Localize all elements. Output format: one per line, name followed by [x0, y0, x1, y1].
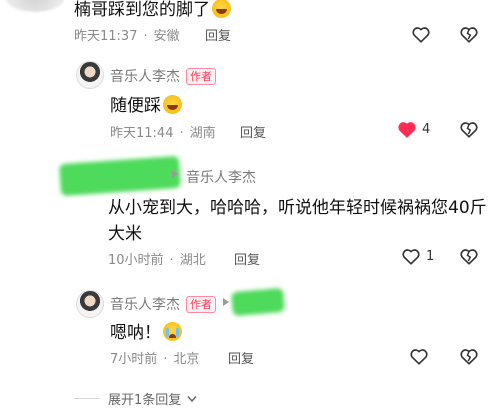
cry-emoji-icon — [163, 322, 182, 341]
broken-heart-icon[interactable] — [458, 118, 480, 140]
author-badge: 作者 — [186, 68, 216, 85]
reply-arrow-icon — [172, 170, 178, 178]
heart-outline-icon[interactable] — [410, 23, 432, 45]
author-avatar[interactable] — [76, 61, 104, 89]
reply-button[interactable]: 回复 — [234, 249, 260, 268]
comment-text: 随便踩 — [110, 91, 182, 116]
heart-filled-icon[interactable] — [396, 118, 418, 140]
reply-button[interactable]: 回复 — [240, 122, 266, 141]
reply-target: 音乐人李杰 — [186, 170, 256, 186]
author-avatar[interactable] — [76, 290, 104, 318]
broken-heart-icon[interactable] — [458, 23, 480, 45]
chevron-down-icon — [187, 396, 197, 403]
like-count: 4 — [422, 122, 431, 137]
heart-outline-icon[interactable] — [408, 345, 430, 367]
comment-meta: 昨天11:44 · 湖南 — [110, 126, 216, 141]
broken-heart-icon[interactable] — [458, 345, 480, 367]
redacted-user — [231, 287, 285, 317]
comment-author: 音乐人李杰 作者 — [110, 294, 216, 314]
reply-button[interactable]: 回复 — [228, 348, 254, 367]
redacted-user — [59, 155, 181, 197]
comment-text: 大米 — [108, 224, 142, 244]
expand-replies-button[interactable]: 展开1条回复 — [108, 389, 197, 408]
comment-meta: 昨天11:37 · 安徽 — [74, 29, 180, 44]
reply-button[interactable]: 回复 — [205, 25, 231, 44]
reply-arrow-icon — [223, 298, 229, 306]
comment-text: 从小宠到大，哈哈哈，听说他年轻时候祸祸您40斤 — [108, 198, 487, 218]
avatar[interactable] — [6, 0, 64, 12]
author-badge: 作者 — [186, 296, 216, 313]
comment-meta: 10小时前 · 湖北 — [108, 253, 206, 268]
laugh-emoji-icon — [163, 95, 182, 114]
like-count: 1 — [426, 249, 435, 264]
laugh-emoji-icon — [212, 0, 231, 18]
divider — [74, 398, 100, 399]
heart-outline-icon[interactable] — [400, 245, 422, 267]
comment-text: 嗯呐！ — [110, 318, 182, 343]
broken-heart-icon[interactable] — [458, 245, 480, 267]
comment-meta: 7小时前 · 北京 — [110, 352, 200, 367]
comment-text: 楠哥踩到您的脚了 — [74, 0, 231, 20]
comment-author: 音乐人李杰 作者 — [110, 66, 216, 86]
